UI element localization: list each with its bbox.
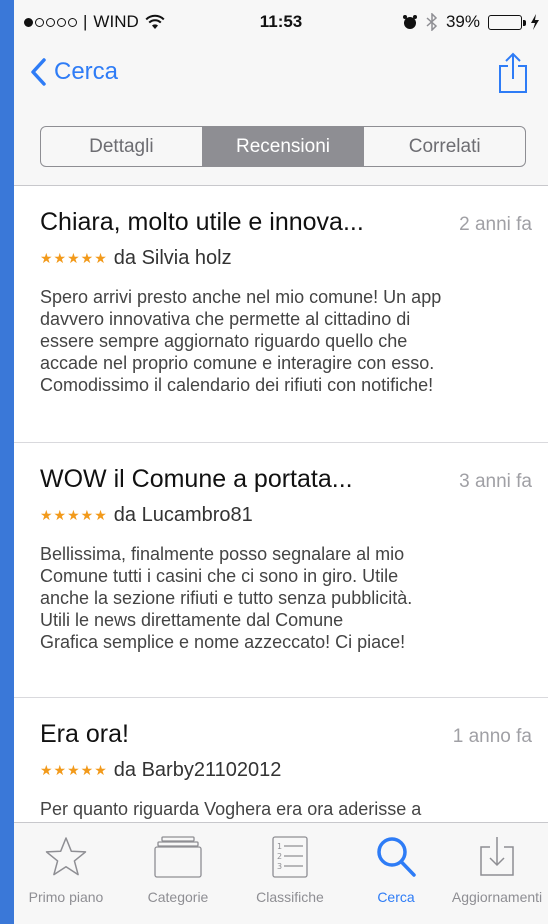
- tab-label: Primo piano: [28, 889, 104, 905]
- review-header: WOW il Comune a portata... 3 anni fa: [40, 465, 532, 494]
- star-rating: ★★★★★: [40, 250, 108, 266]
- review-meta: ★★★★★ da Silvia holz: [40, 247, 532, 270]
- status-icons: 39%: [402, 12, 540, 32]
- navigation-bar: Cerca: [14, 40, 548, 116]
- review-item: Era ora! 1 anno fa ★★★★★ da Barby2110201…: [14, 697, 548, 822]
- review-author: da Silvia holz: [113, 247, 232, 269]
- review-header: Era ora! 1 anno fa: [40, 720, 532, 749]
- tab-featured[interactable]: Primo piano: [14, 823, 118, 924]
- tab-charts[interactable]: 1 2 3 Classifiche: [238, 823, 342, 924]
- tab-label: Aggiornamenti: [451, 889, 543, 905]
- review-body: Per quanto riguarda Voghera era ora ader…: [40, 799, 424, 822]
- categories-icon: [154, 836, 202, 878]
- segment-bar: Dettagli Recensioni Correlati: [14, 116, 548, 186]
- review-title: WOW il Comune a portata...: [40, 465, 353, 493]
- segmented-control: Dettagli Recensioni Correlati: [40, 126, 526, 167]
- review-item: Chiara, molto utile e innova... 2 anni f…: [14, 186, 548, 442]
- battery-percent: 39%: [445, 12, 480, 31]
- list-icon: 1 2 3: [272, 836, 308, 878]
- svg-text:2: 2: [277, 852, 282, 861]
- tab-label: Classifiche: [256, 889, 324, 905]
- status-bar: | WIND 11:53 39%: [14, 0, 548, 40]
- tab-label: Categorie: [147, 889, 209, 905]
- tab-categories[interactable]: Categorie: [126, 823, 230, 924]
- battery-icon: [488, 14, 526, 30]
- star-rating: ★★★★★: [40, 762, 108, 778]
- star-icon: [45, 837, 87, 876]
- segment-details[interactable]: Dettagli: [41, 127, 202, 166]
- download-icon: [480, 837, 514, 876]
- battery-tip: [523, 19, 526, 26]
- screen: | WIND 11:53 39% Cerca Dettagli Recensio…: [14, 0, 548, 924]
- share-button[interactable]: [498, 52, 528, 99]
- tab-label: Cerca: [377, 889, 415, 905]
- tab-updates[interactable]: Aggiornamenti: [446, 823, 548, 924]
- chevron-left-icon: [31, 58, 46, 86]
- review-body: Spero arrivi presto anche nel mio comune…: [40, 287, 442, 395]
- review-author: da Barby21102012: [113, 759, 282, 781]
- svg-text:1: 1: [277, 842, 282, 851]
- device-frame: | WIND 11:53 39% Cerca Dettagli Recensio…: [0, 0, 548, 924]
- alarm-icon: [402, 15, 417, 29]
- charging-icon: [531, 14, 539, 30]
- review-header: Chiara, molto utile e innova... 2 anni f…: [40, 208, 532, 237]
- share-icon: [499, 52, 527, 93]
- segment-reviews[interactable]: Recensioni: [201, 127, 364, 166]
- review-meta: ★★★★★ da Lucambro81: [40, 504, 532, 527]
- review-meta: ★★★★★ da Barby21102012: [40, 759, 532, 782]
- tab-search[interactable]: Cerca: [350, 823, 442, 924]
- review-date: 2 anni fa: [459, 214, 532, 235]
- review-title: Chiara, molto utile e innova...: [40, 208, 364, 236]
- review-author: da Lucambro81: [113, 504, 253, 526]
- star-rating: ★★★★★: [40, 507, 108, 523]
- back-button[interactable]: Cerca: [30, 58, 118, 86]
- segment-related[interactable]: Correlati: [363, 127, 525, 166]
- tab-bar: Primo piano Categorie 1 2 3 Classifiche …: [14, 822, 548, 924]
- search-icon: [377, 837, 416, 877]
- review-title: Era ora!: [40, 720, 129, 748]
- bluetooth-icon: [426, 13, 438, 31]
- back-label: Cerca: [54, 58, 119, 85]
- review-date: 3 anni fa: [459, 471, 532, 492]
- review-body: Bellissima, finalmente posso segnalare a…: [40, 544, 413, 652]
- reviews-list[interactable]: Chiara, molto utile e innova... 2 anni f…: [14, 186, 548, 822]
- review-date: 1 anno fa: [452, 726, 532, 747]
- svg-text:3: 3: [277, 862, 282, 871]
- review-item: WOW il Comune a portata... 3 anni fa ★★★…: [14, 442, 548, 697]
